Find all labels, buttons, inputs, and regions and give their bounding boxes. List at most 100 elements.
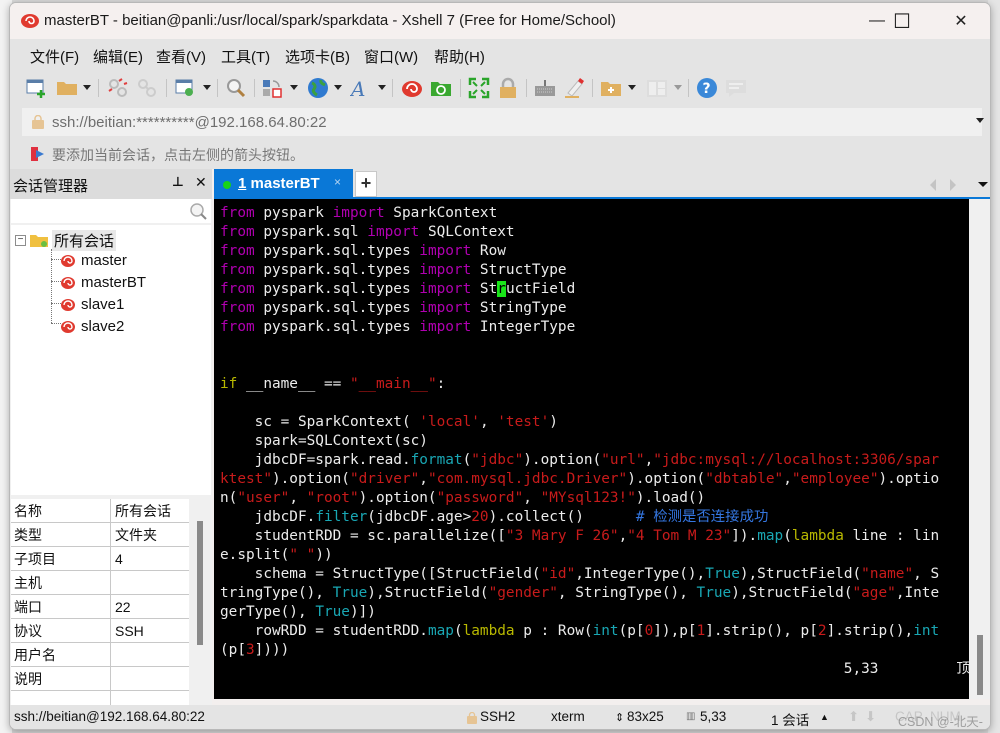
session-search-input[interactable] [11,199,211,223]
terminal-text: ].strip(), p[ [705,623,818,639]
terminal-line: spark=SQLContext(sc) [220,432,428,451]
properties-scroll-thumb[interactable] [197,521,203,645]
font-icon[interactable]: A [350,77,372,99]
chat-icon[interactable] [725,77,747,99]
terminal-text: from [220,281,255,297]
properties-dropdown[interactable] [203,85,211,90]
terminal-text: from [220,224,255,240]
terminal-output[interactable]: from pyspark import SparkContext from pys… [214,199,969,699]
layout-icon[interactable] [646,77,668,99]
session-item-master[interactable]: master [60,249,127,271]
pin-icon[interactable]: ⊥ [172,174,184,190]
lock-icon[interactable] [497,77,519,99]
tab-scroll-left-icon[interactable] [930,179,936,191]
next-session-icon[interactable]: ⬇ [865,709,876,725]
terminal-text: pyspark.sql [254,224,368,240]
tree-root-all-sessions[interactable]: − 所有会话 [15,229,117,251]
session-name: masterBT [81,273,147,291]
terminal-text: 20 [471,509,489,525]
terminal-text: map [427,623,454,639]
menu-view[interactable]: 查看(V) [156,46,206,67]
session-manager-header: 会话管理器 ⊥ ✕ [10,169,212,199]
help-icon[interactable]: ? [696,77,718,99]
sessions-up-icon[interactable]: ▲ [820,712,829,722]
status-sessions[interactable]: 1 会话 [771,709,809,729]
maximize-button[interactable]: ☐ [879,3,925,39]
tab-masterbt[interactable]: 1 masterBT × [214,169,353,199]
property-value: 文件夹 [115,527,157,543]
xftp-icon[interactable] [430,77,452,99]
menu-help[interactable]: 帮助(H) [434,46,485,67]
terminal-text: True [705,566,740,582]
terminal-line: rowRDD = studentRDD.map(lambda p : Row(i… [220,622,940,641]
transfer-icon[interactable] [262,77,284,99]
open-folder-icon[interactable] [56,77,78,99]
menu-tools[interactable]: 工具(T) [221,46,270,67]
layout-dropdown[interactable] [674,85,682,90]
terminal-text: , [783,471,792,487]
globe-icon[interactable] [307,77,329,99]
font-dropdown[interactable] [378,85,386,90]
highlight-icon[interactable] [563,77,585,99]
property-value: 22 [115,599,131,615]
property-key: 类型 [11,523,111,547]
tree-connector [51,249,52,323]
tab-close-icon[interactable]: × [334,175,341,189]
menu-bar: 文件(F) 编辑(E) 查看(V) 工具(T) 选项卡(B) 窗口(W) 帮助(… [10,39,990,71]
terminal-text: )) [315,547,333,563]
terminal-text: ).option( [271,471,350,487]
terminal-line: from pyspark.sql.types import StructFiel… [220,280,575,299]
terminal-text: from [220,319,255,335]
property-row: 主机 [11,571,189,595]
address-dropdown-icon[interactable] [976,118,984,123]
terminal-line: ktest").option("driver","com.mysql.jdbc.… [220,470,939,489]
menu-edit[interactable]: 编辑(E) [93,46,143,67]
properties-icon[interactable] [175,77,197,99]
address-input[interactable]: ssh://beitian:**********@192.168.64.80:2… [22,108,982,136]
session-manager-title: 会话管理器 [13,178,89,195]
add-session-arrow-icon[interactable] [30,146,48,162]
watermark: CSDN @-北天- [898,715,983,729]
new-session-icon[interactable] [26,77,48,99]
globe-dropdown[interactable] [334,85,342,90]
collapse-icon[interactable]: − [15,234,26,246]
terminal-scroll-thumb[interactable] [977,635,983,695]
disconnect-icon[interactable] [107,77,129,99]
terminal-line: sc = SparkContext( 'local', 'test') [220,413,558,432]
session-item-masterbt[interactable]: masterBT [60,271,146,293]
session-item-slave2[interactable]: slave2 [60,315,124,337]
title-bar[interactable]: masterBT - beitian@panli:/usr/local/spar… [10,3,990,39]
xshell-icon[interactable] [401,77,423,99]
terminal-text: from [220,300,255,316]
terminal-scrollbar[interactable] [969,199,990,699]
terminal-text: rowRDD = studentRDD. [220,623,428,639]
terminal-text: True [315,604,350,620]
new-folder-dropdown[interactable] [628,85,636,90]
terminal-text: format [410,452,463,468]
terminal-text: "root" [306,490,359,506]
terminal-text: "name" [861,566,914,582]
open-folder-dropdown[interactable] [83,85,91,90]
close-panel-icon[interactable]: ✕ [195,174,207,191]
close-button[interactable]: ✕ [938,3,984,39]
menu-file[interactable]: 文件(F) [30,46,79,67]
tab-scroll-right-icon[interactable] [950,179,956,191]
terminal-text: , [479,414,498,430]
properties-scrollbar[interactable] [191,499,212,705]
session-item-slave1[interactable]: slave1 [60,293,124,315]
new-folder-icon[interactable] [600,77,622,99]
keyboard-icon[interactable] [534,77,556,99]
transfer-dropdown[interactable] [290,85,298,90]
terminal-text: , StringType(), [557,585,697,601]
new-tab-button[interactable]: + [355,171,377,197]
find-icon[interactable] [225,77,247,99]
menu-tabs[interactable]: 选项卡(B) [285,46,350,67]
search-icon[interactable] [189,202,207,220]
property-row: 说明 [11,667,189,691]
menu-window[interactable]: 窗口(W) [364,46,418,67]
fullscreen-icon[interactable] [468,77,490,99]
terminal-text: studentRDD = sc.parallelize([ [220,528,506,544]
tab-list-dropdown-icon[interactable] [978,182,988,187]
reconnect-icon[interactable] [136,77,158,99]
prev-session-icon[interactable]: ⬆ [848,709,859,725]
